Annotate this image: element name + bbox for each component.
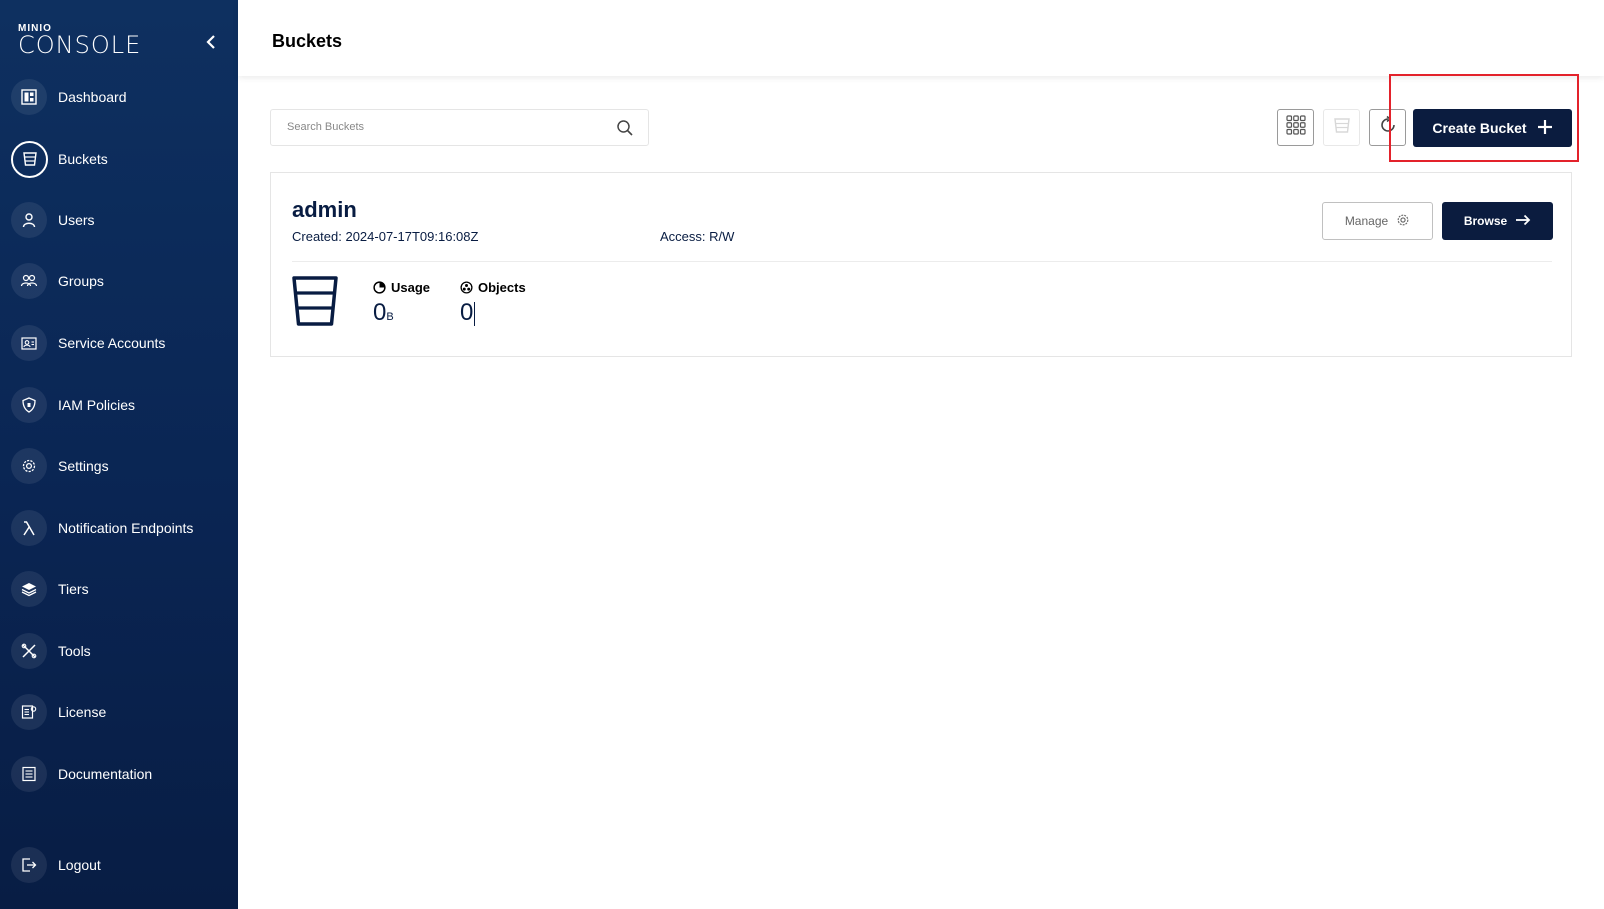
sidebar-item-label: Groups <box>58 273 104 289</box>
usage-unit: B <box>386 311 394 323</box>
bucket-created: Created: 2024-07-17T09:16:08Z <box>292 229 479 244</box>
manage-button[interactable]: Manage <box>1322 202 1433 240</box>
sidebar-item-label: Settings <box>58 458 109 474</box>
sidebar-item-groups[interactable]: Groups <box>0 253 238 309</box>
text-cursor <box>474 301 476 326</box>
browse-button[interactable]: Browse <box>1442 202 1553 240</box>
sidebar-item-documentation[interactable]: Documentation <box>0 746 238 802</box>
bucket-stack-icon <box>1332 115 1352 140</box>
sidebar: MINIO CONSOLE Dashboard Buckets Users Gr… <box>0 0 238 909</box>
sidebar-item-tiers[interactable]: Tiers <box>0 561 238 617</box>
sidebar-item-label: Service Accounts <box>58 335 166 351</box>
chevron-left-icon[interactable] <box>200 30 224 54</box>
user-icon <box>11 202 47 238</box>
sidebar-item-label: Users <box>58 212 95 228</box>
layers-icon <box>11 571 47 607</box>
grid-view-button[interactable] <box>1277 109 1314 146</box>
sidebar-item-settings[interactable]: Settings <box>0 438 238 494</box>
service-accounts-icon <box>11 325 47 361</box>
shield-icon <box>11 387 47 423</box>
objects-label: Objects <box>478 280 526 295</box>
browse-label: Browse <box>1463 214 1508 228</box>
sidebar-item-label: Tools <box>58 643 91 659</box>
tools-icon <box>11 633 47 669</box>
bucket-icon <box>292 276 338 331</box>
sidebar-item-logout[interactable]: Logout <box>0 837 238 893</box>
manage-label: Manage <box>1344 214 1389 228</box>
usage-stat: Usage 0B <box>373 280 430 327</box>
sidebar-item-buckets[interactable]: Buckets <box>0 131 238 187</box>
sidebar-item-label: Logout <box>58 857 101 873</box>
search-icon[interactable] <box>616 119 634 142</box>
grid-icon <box>1285 115 1306 140</box>
sidebar-item-license[interactable]: License <box>0 684 238 740</box>
objects-value: 0 <box>460 299 474 326</box>
bucket-access: Access: R/W <box>660 229 735 244</box>
sidebar-item-label: Notification Endpoints <box>58 520 194 536</box>
pie-chart-icon <box>373 281 386 294</box>
usage-value: 0 <box>373 299 387 326</box>
sidebar-item-iam-policies[interactable]: IAM Policies <box>0 377 238 433</box>
objects-icon <box>460 281 473 294</box>
documentation-icon <box>11 756 47 792</box>
logo-bottom: CONSOLE <box>18 31 142 59</box>
dashboard-icon <box>11 79 47 115</box>
sidebar-item-label: Documentation <box>58 766 153 782</box>
highlight-box <box>1389 74 1579 162</box>
search-box[interactable] <box>270 109 649 146</box>
minio-console-logo[interactable]: MINIO CONSOLE <box>18 24 142 59</box>
gear-icon <box>11 448 47 484</box>
sidebar-item-service-accounts[interactable]: Service Accounts <box>0 315 238 371</box>
sidebar-item-label: License <box>58 704 107 720</box>
search-input[interactable] <box>285 120 609 134</box>
usage-label: Usage <box>391 280 431 295</box>
license-icon <box>11 694 47 730</box>
lambda-icon <box>11 510 47 546</box>
card-divider <box>292 261 1552 262</box>
sidebar-item-users[interactable]: Users <box>0 192 238 248</box>
sidebar-item-label: Tiers <box>58 581 89 597</box>
bucket-name[interactable]: admin <box>292 197 357 223</box>
page-title: Buckets <box>272 31 343 51</box>
sidebar-item-dashboard[interactable]: Dashboard <box>0 69 238 125</box>
sidebar-item-notification-endpoints[interactable]: Notification Endpoints <box>0 500 238 556</box>
sidebar-item-tools[interactable]: Tools <box>0 623 238 679</box>
bucket-card[interactable]: admin Created: 2024-07-17T09:16:08Z Acce… <box>270 172 1572 357</box>
bucket-lifecycle-button[interactable] <box>1323 109 1360 146</box>
groups-icon <box>11 263 47 299</box>
sidebar-item-label: IAM Policies <box>58 397 136 413</box>
objects-stat: Objects 0 <box>460 280 526 327</box>
logout-icon <box>11 847 47 883</box>
page-header: Buckets <box>238 0 1604 76</box>
sidebar-item-label: Dashboard <box>58 89 127 105</box>
sidebar-item-label: Buckets <box>58 151 108 167</box>
arrow-right-icon <box>1515 214 1531 229</box>
bucket-icon <box>11 140 48 178</box>
gear-icon <box>1396 213 1410 230</box>
